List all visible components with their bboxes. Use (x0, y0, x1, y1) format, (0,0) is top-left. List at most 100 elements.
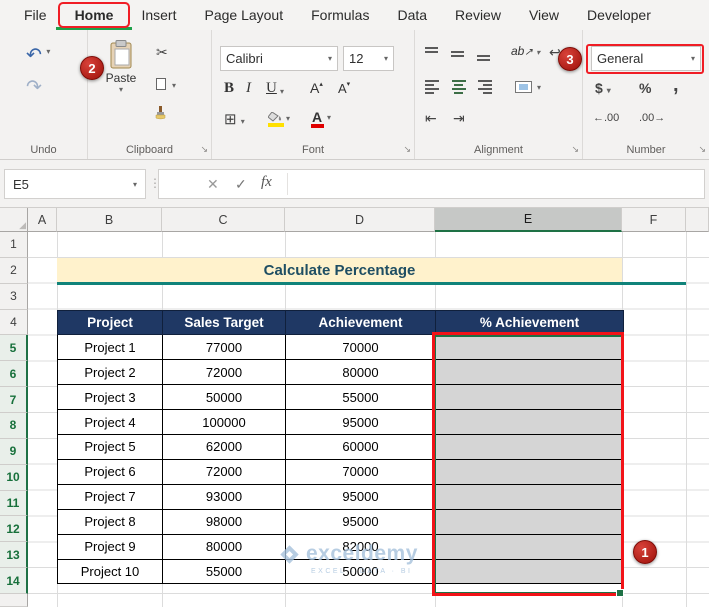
decrease-font-size-button[interactable]: A▾ (338, 80, 350, 96)
cell-c13[interactable]: 80000 (162, 533, 286, 560)
fill-handle[interactable] (616, 589, 624, 597)
tab-review[interactable]: Review (441, 0, 515, 30)
cell-c7[interactable]: 50000 (162, 384, 286, 411)
number-format-dropdown-icon[interactable]: ▾ (691, 54, 695, 63)
underline-dropdown-icon[interactable]: ▾ (280, 87, 284, 96)
cell-c5[interactable]: 77000 (162, 334, 286, 361)
borders-dropdown-icon[interactable]: ▾ (241, 117, 245, 126)
clipboard-dialog-launcher-icon[interactable]: ↘ (200, 144, 208, 155)
cell-c14[interactable]: 55000 (162, 558, 286, 585)
font-size-dropdown-icon[interactable]: ▾ (384, 54, 388, 63)
select-all-button[interactable]: ◢ (0, 208, 28, 232)
number-format-combobox[interactable]: General ▾ (591, 46, 701, 71)
align-middle-icon[interactable] (451, 46, 466, 61)
accounting-format-button[interactable]: $ ▾ (595, 80, 611, 96)
cell-d7[interactable]: 55000 (285, 384, 436, 411)
cell-d12[interactable]: 95000 (285, 508, 436, 535)
decrease-indent-button[interactable]: ⇤ (425, 110, 437, 127)
paste-dropdown-icon[interactable]: ▾ (98, 85, 144, 94)
font-color-dropdown-icon[interactable]: ▾ (327, 113, 331, 122)
cell-c12[interactable]: 98000 (162, 508, 286, 535)
row-header-9[interactable]: 9 (0, 438, 28, 465)
borders-button[interactable]: ⊞ ▾ (224, 110, 245, 128)
align-left-icon[interactable] (425, 80, 440, 95)
tab-insert[interactable]: Insert (127, 0, 190, 30)
orientation-dropdown-icon[interactable]: ▾ (536, 48, 540, 57)
table-header-sales-target[interactable]: Sales Target (162, 309, 286, 336)
column-header-f[interactable]: F (622, 208, 686, 232)
column-header-c[interactable]: C (162, 208, 285, 232)
row-header-12[interactable]: 12 (0, 516, 28, 543)
cell-b8[interactable]: Project 4 (57, 409, 163, 436)
cell-d6[interactable]: 80000 (285, 359, 436, 386)
redo-button[interactable]: ↷ (26, 76, 42, 99)
row-header-10[interactable]: 10 (0, 464, 28, 491)
cell-e14[interactable] (435, 558, 624, 585)
cell-b12[interactable]: Project 8 (57, 508, 163, 535)
cell-e7[interactable] (435, 384, 624, 411)
fill-color-dropdown-icon[interactable]: ▾ (286, 114, 290, 123)
column-header-d[interactable]: D (285, 208, 435, 232)
cell-e13[interactable] (435, 533, 624, 560)
align-center-icon[interactable] (451, 80, 466, 95)
cell-c11[interactable]: 93000 (162, 483, 286, 510)
cell-b10[interactable]: Project 6 (57, 458, 163, 485)
increase-font-size-button[interactable]: A▴ (310, 80, 323, 96)
fill-color-button[interactable]: ▾ (268, 112, 290, 127)
increase-decimal-button[interactable]: ←.00 (593, 112, 619, 124)
font-dialog-launcher-icon[interactable]: ↘ (403, 144, 411, 155)
align-right-icon[interactable] (477, 80, 492, 95)
align-bottom-icon[interactable] (477, 46, 492, 61)
cell-d8[interactable]: 95000 (285, 409, 436, 436)
accounting-dropdown-icon[interactable]: ▾ (607, 86, 611, 95)
orientation-button[interactable]: ab↗ ▾ (511, 44, 540, 58)
cell-d10[interactable]: 70000 (285, 458, 436, 485)
insert-function-icon[interactable]: fx (261, 174, 272, 191)
paste-button[interactable]: Paste ▾ (98, 40, 144, 94)
cell-e9[interactable] (435, 434, 624, 460)
tab-developer[interactable]: Developer (573, 0, 665, 30)
row-header-6[interactable]: 6 (0, 361, 28, 388)
table-header-pct-achievement[interactable]: % Achievement (435, 309, 624, 336)
font-name-dropdown-icon[interactable]: ▾ (328, 54, 332, 63)
decrease-decimal-button[interactable]: .00→ (639, 112, 665, 124)
undo-button[interactable]: ↶ ▾ (26, 44, 50, 67)
cell-e11[interactable] (435, 483, 624, 510)
italic-button[interactable]: I (246, 80, 251, 97)
cell-b14[interactable]: Project 10 (57, 558, 163, 585)
row-header-7[interactable]: 7 (0, 387, 28, 413)
font-color-button[interactable]: A ▾ (311, 109, 331, 128)
row-header-4[interactable]: 4 (0, 309, 28, 336)
cell-b7[interactable]: Project 3 (57, 384, 163, 411)
tab-data[interactable]: Data (383, 0, 441, 30)
name-box[interactable]: E5 ▾ (4, 169, 146, 199)
tab-file[interactable]: File (10, 0, 61, 30)
cell-e10[interactable] (435, 458, 624, 485)
column-header-partial[interactable] (686, 208, 709, 232)
row-header-1[interactable]: 1 (0, 232, 28, 258)
undo-dropdown-icon[interactable]: ▾ (46, 47, 50, 56)
percent-style-button[interactable]: % (639, 80, 651, 96)
row-header-3[interactable]: 3 (0, 283, 28, 310)
column-header-b[interactable]: B (57, 208, 162, 232)
number-dialog-launcher-icon[interactable]: ↘ (698, 144, 706, 155)
tab-formulas[interactable]: Formulas (297, 0, 383, 30)
cancel-icon[interactable]: ✕ (207, 176, 219, 193)
cut-button[interactable]: ✂ (156, 44, 168, 62)
align-top-icon[interactable] (425, 46, 440, 61)
cell-d11[interactable]: 95000 (285, 483, 436, 510)
tab-home[interactable]: Home (55, 0, 133, 31)
cell-b9[interactable]: Project 5 (57, 434, 163, 460)
font-name-combobox[interactable]: Calibri ▾ (220, 46, 338, 71)
underline-button[interactable]: U (266, 80, 277, 97)
format-painter-button[interactable] (154, 106, 167, 122)
cell-c9[interactable]: 62000 (162, 434, 286, 460)
table-header-achievement[interactable]: Achievement (285, 309, 436, 336)
copy-dropdown-icon[interactable]: ▾ (172, 81, 176, 90)
cell-b11[interactable]: Project 7 (57, 483, 163, 510)
row-header-2[interactable]: 2 (0, 257, 28, 284)
row-header-14[interactable]: 14 (0, 568, 28, 594)
formula-input[interactable]: ✕ ✓ fx (158, 169, 705, 199)
cell-b5[interactable]: Project 1 (57, 334, 163, 361)
cell-b13[interactable]: Project 9 (57, 533, 163, 560)
